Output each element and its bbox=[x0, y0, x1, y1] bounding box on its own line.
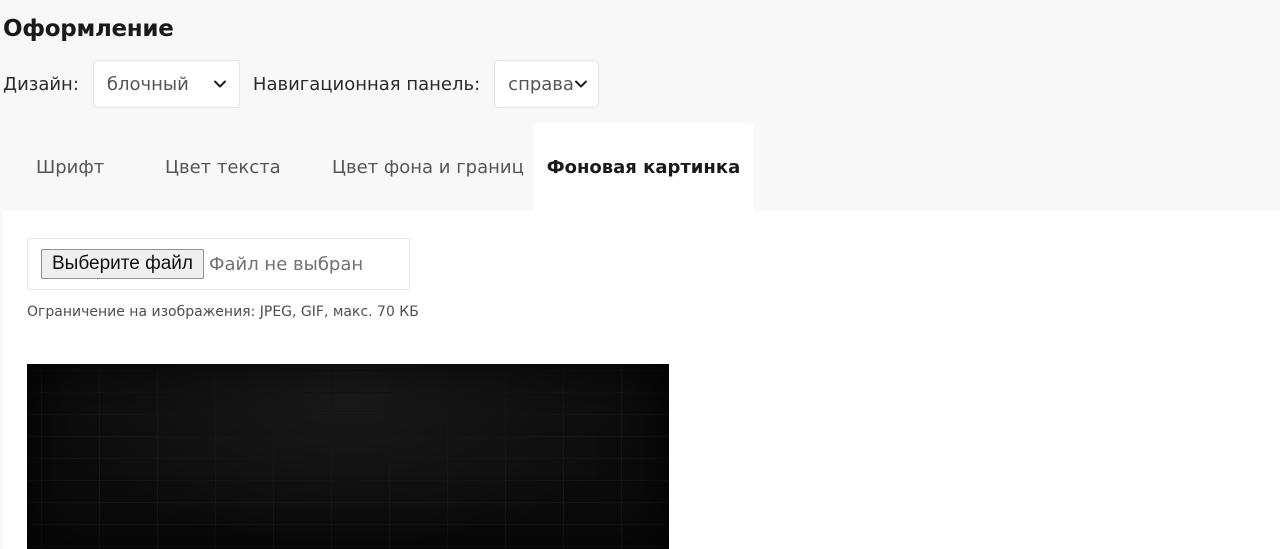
nav-panel-select-value: справа bbox=[508, 73, 574, 95]
tab-background-image[interactable]: Фоновая картинка bbox=[533, 123, 754, 211]
design-select[interactable]: блочный bbox=[92, 60, 240, 108]
page-title: Оформление bbox=[3, 16, 174, 42]
nav-panel-label: Навигационная панель: bbox=[252, 73, 481, 95]
appearance-controls: Дизайн: блочный Навигационная панель: сп… bbox=[3, 59, 600, 109]
background-image-panel: Выберите файл Файл не выбран Ограничение… bbox=[3, 211, 1280, 549]
appearance-tabs: Шрифт Цвет текста Цвет фона и границ Фон… bbox=[3, 123, 754, 211]
tab-text-color[interactable]: Цвет текста bbox=[130, 123, 298, 211]
design-select-value: блочный bbox=[106, 73, 189, 95]
chevron-down-icon bbox=[213, 80, 226, 88]
upload-restriction-hint: Ограничение на изображения: JPEG, GIF, м… bbox=[27, 304, 419, 320]
design-label: Дизайн: bbox=[3, 73, 79, 95]
tab-font[interactable]: Шрифт bbox=[3, 123, 130, 211]
choose-file-button[interactable]: Выберите файл bbox=[41, 249, 204, 279]
nav-panel-select[interactable]: справа bbox=[494, 60, 600, 108]
file-status: Файл не выбран bbox=[208, 253, 364, 275]
chevron-down-icon bbox=[574, 80, 587, 88]
background-image-preview bbox=[27, 364, 669, 549]
tab-background-color[interactable]: Цвет фона и границ bbox=[298, 123, 533, 211]
file-upload-field[interactable]: Выберите файл Файл не выбран bbox=[27, 238, 410, 290]
